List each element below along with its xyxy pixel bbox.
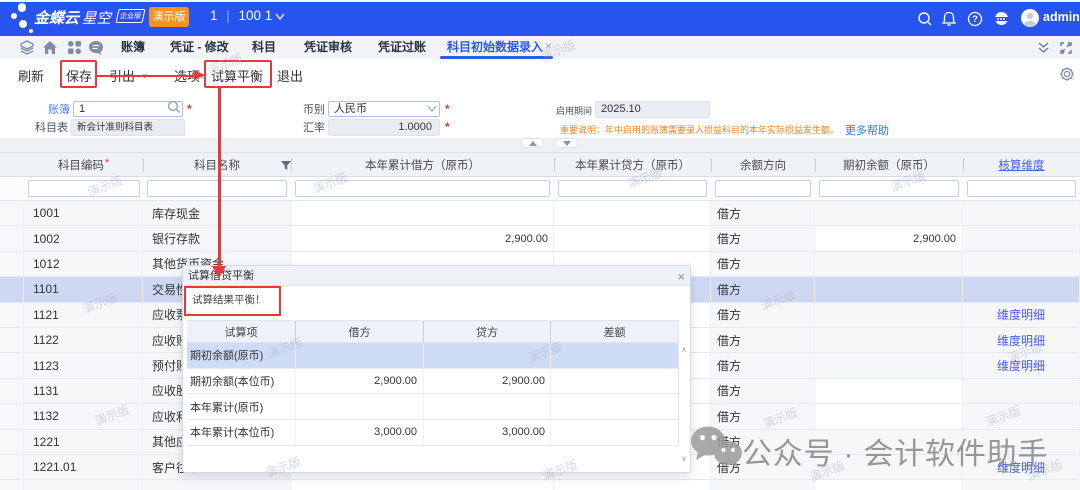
svg-text:?: ? xyxy=(972,14,978,25)
